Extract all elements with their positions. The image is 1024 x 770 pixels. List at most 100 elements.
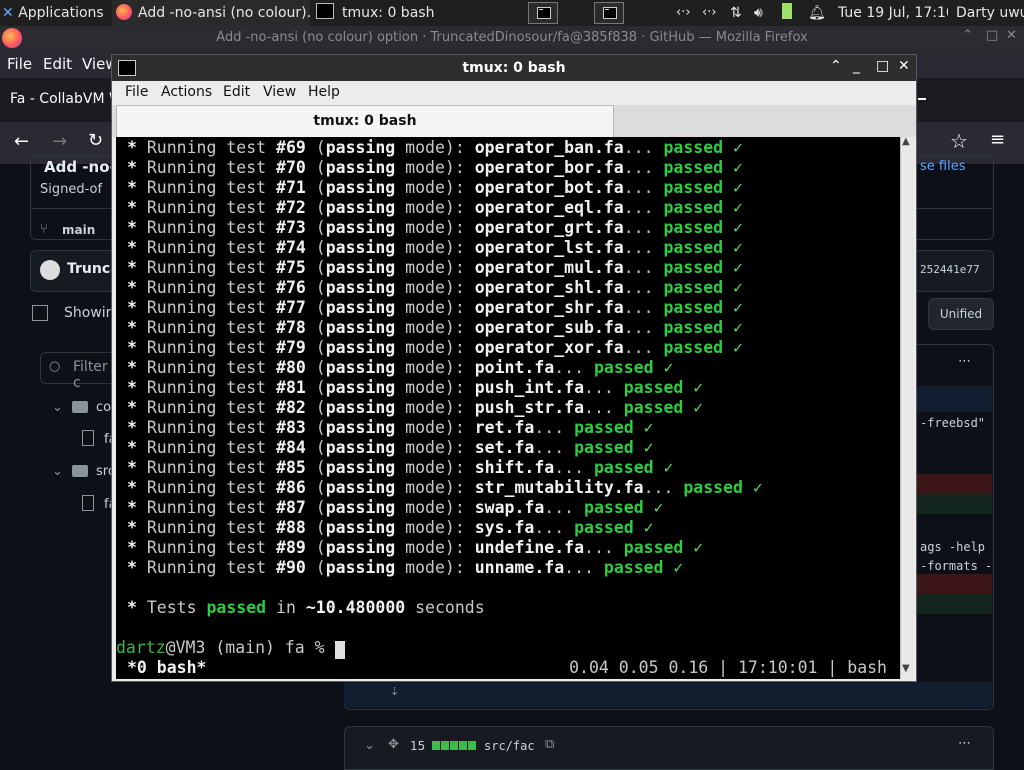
file-tree-toggle-icon[interactable] [32, 305, 48, 321]
filter-input[interactable]: ○ Filter c [40, 352, 120, 391]
copy-icon[interactable]: ⧉ [545, 737, 554, 752]
network-icon-2[interactable]: ‹·› [702, 0, 722, 26]
applications-menu[interactable]: ✕ Applications [2, 0, 110, 26]
mode-open: ( [305, 178, 326, 197]
test-number: #76 [276, 278, 306, 297]
expand-hunk-bar[interactable] [344, 682, 992, 708]
workspace-2-button[interactable] [594, 2, 624, 24]
terminal-titlebar[interactable]: tmux: 0 bash ⌃ _ □ ✕ [112, 55, 916, 81]
test-file: operator_bot.fa [474, 178, 624, 197]
file-path[interactable]: src/fac [484, 739, 535, 753]
tree-item-co[interactable]: co [96, 400, 111, 415]
reload-icon[interactable]: ↻ [88, 130, 103, 151]
chevron-down-icon[interactable]: ⌄ [364, 738, 375, 753]
terminal-line: * Running test #81 (passing mode): push_… [127, 378, 703, 398]
test-number: #69 [276, 138, 306, 157]
ellipsis: ... [623, 318, 664, 337]
mode-open: ( [305, 358, 326, 377]
taskbar-firefox[interactable]: Add -no-ansi (no colour)... [112, 0, 310, 26]
mode-word: passing [325, 278, 396, 297]
menu-help[interactable]: Help [308, 84, 340, 100]
test-file: undefine.fa [474, 538, 585, 557]
bullet: * [127, 338, 137, 357]
mode-open: ( [305, 138, 326, 157]
test-number: #81 [276, 378, 306, 397]
maximize-icon[interactable]: □ [986, 28, 998, 43]
hamburger-menu-icon[interactable]: ≡ [990, 129, 1005, 150]
chevron-down-icon[interactable]: ⌄ [52, 464, 63, 479]
network-icon[interactable]: ‹·› [676, 0, 696, 26]
bullet: * [127, 558, 137, 577]
menu-edit[interactable]: Edit [223, 84, 250, 100]
chevron-down-icon[interactable]: ⌄ [52, 400, 63, 415]
ellipsis: ... [534, 518, 575, 537]
bullet: * [127, 598, 147, 617]
workspace-1-button[interactable] [528, 2, 558, 24]
test-number: #85 [276, 458, 306, 477]
prompt-line[interactable]: dartz@VM3 (main) fa % [116, 638, 345, 659]
kebab-menu-icon[interactable]: ⋯ [958, 354, 971, 369]
user-name[interactable]: Darty uwu [956, 0, 1024, 26]
check-icon: ✓ [683, 538, 704, 557]
browse-files-button[interactable]: se files [920, 159, 965, 174]
expand-all-icon[interactable]: ✥ [388, 737, 399, 752]
maximize-icon[interactable]: □ [876, 58, 889, 74]
mode-close: mode): [395, 158, 475, 177]
passed-label: passed [574, 418, 634, 437]
test-number: #83 [276, 418, 306, 437]
mode-word: passing [325, 338, 396, 357]
terminal-line: * Running test #84 (passing mode): set.f… [127, 438, 654, 458]
volume-icon[interactable]: 🔊︎ [754, 0, 772, 26]
battery-icon[interactable] [782, 0, 798, 26]
menu-edit[interactable]: Edit [43, 55, 72, 73]
terminal-screen[interactable]: * Running test #69 (passing mode): opera… [116, 137, 900, 679]
mode-open: ( [305, 558, 326, 577]
terminal-line: * Running test #78 (passing mode): opera… [127, 318, 743, 338]
terminal-menubar: File Actions Edit View Help [112, 81, 916, 105]
scroll-down-icon[interactable]: ▼ [902, 663, 910, 674]
diff-deletion [916, 574, 992, 594]
scroll-up-icon[interactable]: ▲ [902, 136, 910, 147]
expand-down-icon[interactable]: ⇣ [390, 685, 399, 698]
back-arrow-icon[interactable]: ← [14, 131, 29, 152]
test-file: push_int.fa [474, 378, 585, 397]
forward-arrow-icon[interactable]: → [52, 131, 67, 152]
close-icon[interactable]: ✕ [1006, 28, 1017, 43]
bookmark-star-icon[interactable]: ☆ [950, 129, 968, 153]
firefox-icon [116, 4, 132, 20]
mode-close: mode): [395, 398, 475, 417]
author-avatar[interactable] [40, 260, 60, 280]
tab-tmux-bash[interactable]: tmux: 0 bash [116, 105, 614, 137]
terminal-line: * Running test #82 (passing mode): push_… [127, 398, 703, 418]
test-number: #74 [276, 238, 306, 257]
menu-file[interactable]: File [125, 84, 148, 100]
bullet: * [127, 298, 137, 317]
test-file: set.fa [474, 438, 535, 457]
taskbar-terminal[interactable]: tmux: 0 bash [312, 0, 512, 26]
test-file: operator_sub.fa [474, 318, 624, 337]
system-panel: ✕ Applications Add -no-ansi (no colour).… [0, 0, 1024, 26]
notification-bell-icon[interactable]: 🔔︎ [808, 0, 824, 26]
menu-view[interactable]: View [263, 84, 296, 100]
test-file: operator_eql.fa [474, 198, 624, 217]
passed-label: passed [584, 498, 644, 517]
menu-file[interactable]: File [7, 55, 32, 73]
unified-toggle[interactable]: Unified [928, 298, 994, 330]
close-icon[interactable]: ✕ [898, 58, 910, 74]
terminal-scrollbar[interactable]: ▲ ▼ [900, 136, 914, 679]
check-icon: ✓ [653, 358, 674, 377]
mode-word: passing [325, 198, 396, 217]
test-file: unname.fa [474, 558, 565, 577]
minimize-icon[interactable]: ⌃ [830, 58, 842, 74]
transfer-icon[interactable]: ⇅ [730, 0, 748, 26]
tab-collabvm[interactable]: Fa - CollabVM W [10, 91, 123, 107]
check-icon: ✓ [723, 158, 743, 177]
minimize-icon[interactable]: ⌃ [962, 28, 973, 43]
tmux-window-name: *0 bash* [127, 658, 207, 677]
menu-actions[interactable]: Actions [161, 84, 212, 100]
commit-hash[interactable]: 252441e77 [920, 263, 980, 276]
clock[interactable]: Tue 19 Jul, 17:10 [838, 0, 948, 26]
minimize-window-icon[interactable]: _ [853, 58, 860, 74]
kebab-menu-icon[interactable]: ⋯ [958, 736, 971, 751]
branch-name[interactable]: main [62, 223, 95, 237]
